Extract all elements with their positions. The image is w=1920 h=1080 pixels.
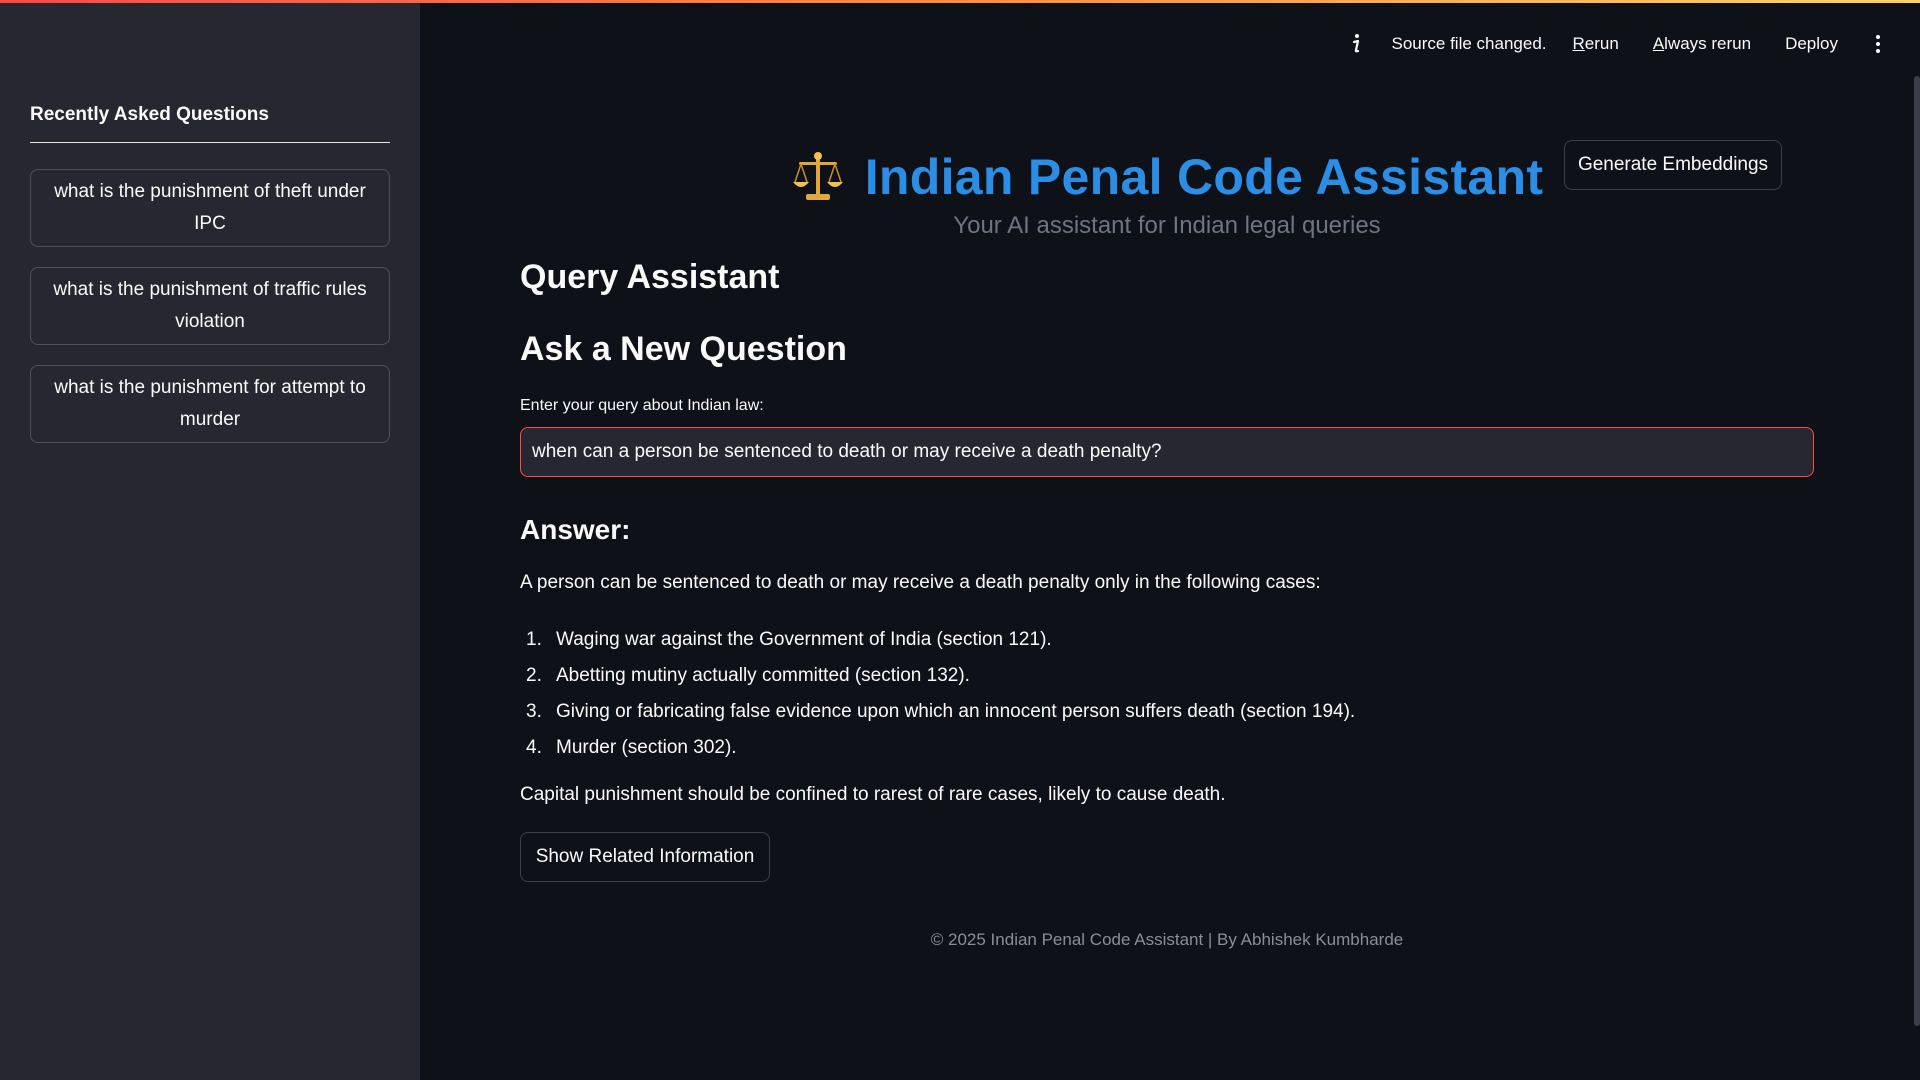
query-assistant-heading: Query Assistant <box>520 258 780 296</box>
main-content: Indian Penal Code Assistant Your AI assi… <box>520 0 1814 1080</box>
list-item-number: 2. <box>526 665 542 686</box>
page-title: Indian Penal Code Assistant <box>864 149 1544 205</box>
main-scrollbar[interactable] <box>1914 76 1920 1026</box>
list-item-number: 1. <box>526 629 542 650</box>
list-item-text: Giving or fabricating false evidence upo… <box>556 701 1356 722</box>
list-item-text: Waging war against the Government of Ind… <box>556 629 1052 650</box>
recent-question-button-1[interactable]: what is the punishment of theft under IP… <box>30 169 390 247</box>
balance-scale-icon <box>791 150 845 204</box>
query-input[interactable] <box>520 427 1814 477</box>
list-item: 4. Murder (section 302). <box>520 730 1355 766</box>
list-item-number: 4. <box>526 737 542 758</box>
top-decoration-stripe <box>0 0 1920 3</box>
answer-heading: Answer: <box>520 514 631 545</box>
answer-intro: A person can be sentenced to death or ma… <box>520 572 1321 593</box>
list-item-text: Abetting mutiny actually committed (sect… <box>556 665 970 686</box>
list-item-number: 3. <box>526 701 542 722</box>
page-subtitle: Your AI assistant for Indian legal queri… <box>953 212 1381 239</box>
list-item-text: Murder (section 302). <box>556 737 737 758</box>
recent-question-button-3[interactable]: what is the punishment for attempt to mu… <box>30 365 390 443</box>
ask-question-heading: Ask a New Question <box>520 330 847 368</box>
list-item: 3. Giving or fabricating false evidence u… <box>520 694 1355 730</box>
answer-list: 1. Waging war against the Government of I… <box>520 622 1355 766</box>
footer: © 2025 Indian Penal Code Assistant | By … <box>930 930 1404 949</box>
list-item: 1. Waging war against the Government of I… <box>520 622 1355 658</box>
generate-embeddings-button[interactable]: Generate Embeddings <box>1564 140 1782 190</box>
show-related-information-button[interactable]: Show Related Information <box>520 832 770 882</box>
sidebar: Recently Asked Questions what is the pun… <box>0 0 420 1080</box>
recent-question-button-2[interactable]: what is the punishment of traffic rules … <box>30 267 390 345</box>
query-input-label: Enter your query about Indian law: <box>520 397 764 414</box>
sidebar-title: Recently Asked Questions <box>30 104 390 143</box>
kebab-menu-icon[interactable] <box>1872 32 1884 56</box>
answer-closing: Capital punishment should be confined to… <box>520 784 1226 805</box>
list-item: 2. Abetting mutiny actually committed (se… <box>520 658 1355 694</box>
